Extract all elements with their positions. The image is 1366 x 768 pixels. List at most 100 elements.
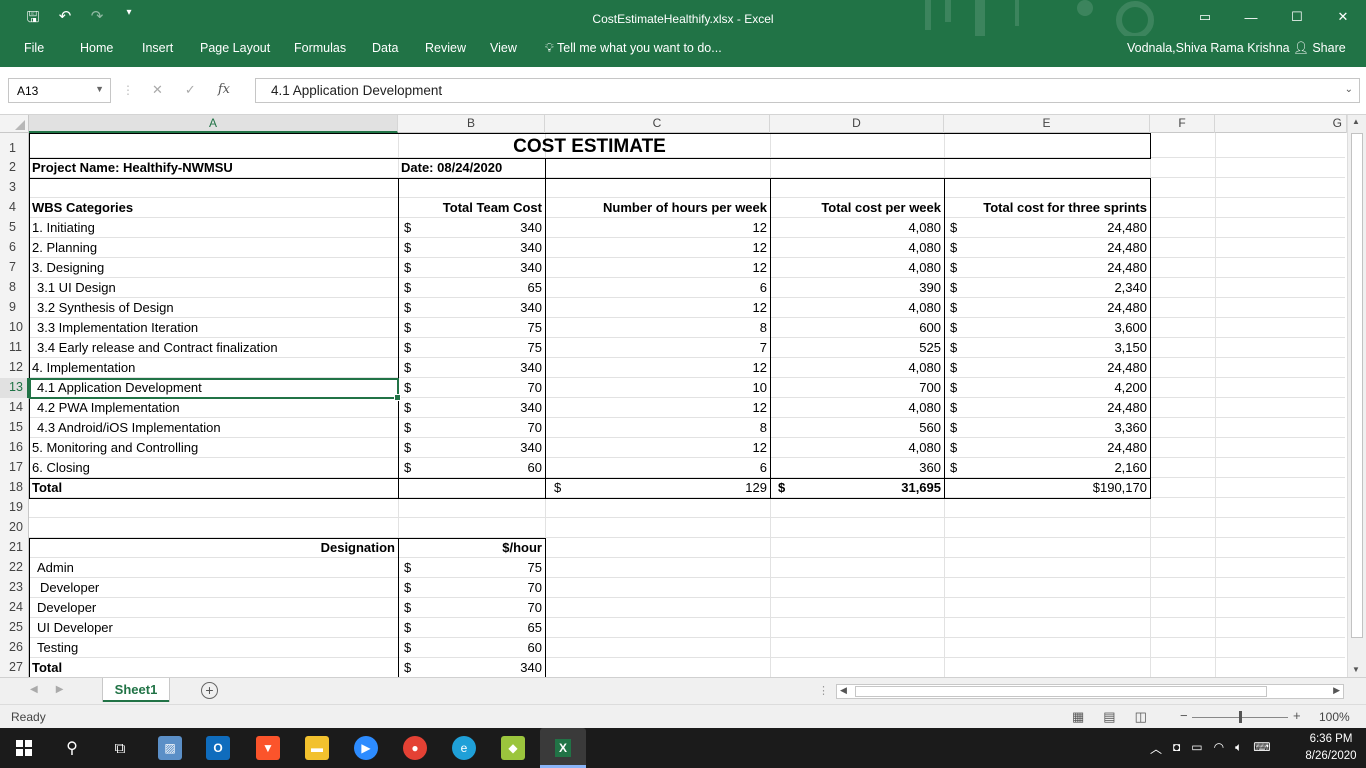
share-button[interactable]: 👤︎ Share [1293, 41, 1346, 56]
excel-taskbar-icon[interactable]: X [540, 728, 586, 768]
task-view-icon[interactable]: ⧉ [108, 736, 132, 760]
row-header[interactable]: 10 [0, 318, 29, 338]
zoom-level[interactable]: 100% [1319, 710, 1350, 724]
designation-cell[interactable]: Total [29, 658, 398, 677]
scroll-left-icon[interactable]: ◀ [840, 685, 847, 696]
row-header[interactable]: 15 [0, 418, 29, 438]
rate-header[interactable]: $/hour [398, 538, 545, 558]
photos-app-icon[interactable]: ▨ [158, 736, 182, 760]
brave-browser-icon[interactable]: ▼ [256, 736, 280, 760]
hours-per-week[interactable]: 10 [545, 378, 770, 398]
windows-start-icon[interactable] [12, 736, 36, 760]
hours-per-week[interactable]: 6 [545, 278, 770, 298]
user-name[interactable]: Vodnala,Shiva Rama Krishna [1127, 41, 1290, 55]
hours-per-week[interactable]: 12 [545, 398, 770, 418]
wbs-label[interactable]: 1. Initiating [29, 218, 398, 238]
wbs-label[interactable]: 3. Designing [29, 258, 398, 278]
taskbar-clock[interactable]: 6:36 PM 8/26/2020 [1300, 731, 1362, 765]
total-cost-week[interactable]: 31,695 [770, 478, 944, 498]
cost-per-week[interactable]: 4,080 [770, 218, 944, 238]
cost-three-sprints[interactable]: 4,200 [944, 378, 1150, 398]
wbs-label[interactable]: 3.2 Synthesis of Design [29, 298, 398, 318]
column-header-c[interactable]: C [545, 115, 770, 133]
total-cost-sprints[interactable]: $190,170 [944, 478, 1150, 498]
team-cost[interactable]: 70 [398, 378, 545, 398]
vertical-scrollbar[interactable]: ▲ ▼ [1347, 115, 1366, 677]
hourly-rate[interactable]: 70 [398, 598, 545, 618]
team-cost[interactable]: 340 [398, 298, 545, 318]
column-header-g[interactable]: G [1215, 115, 1347, 133]
cost-three-sprints[interactable]: 24,480 [944, 218, 1150, 238]
edge-icon[interactable]: e [452, 736, 476, 760]
row-header[interactable]: 6 [0, 238, 29, 258]
row-header[interactable]: 13 [0, 378, 29, 398]
expand-formula-bar-icon[interactable]: ⌄ [1345, 84, 1353, 95]
horizontal-scrollbar[interactable]: ◀ ▶ [836, 684, 1344, 699]
column-header-f[interactable]: F [1150, 115, 1215, 133]
hours-per-week[interactable]: 8 [545, 418, 770, 438]
designation-cell[interactable]: Testing [29, 638, 398, 658]
sheet-title[interactable]: COST ESTIMATE [29, 133, 1150, 158]
hourly-rate[interactable]: 340 [398, 658, 545, 677]
total-label[interactable]: Total [29, 478, 398, 498]
row-header[interactable]: 11 [0, 338, 29, 358]
row-header[interactable]: 16 [0, 438, 29, 458]
designation-cell[interactable]: UI Developer [29, 618, 398, 638]
wbs-label[interactable]: 4.3 Android/iOS Implementation [29, 418, 398, 438]
virtualbox-icon[interactable]: ◆ [501, 736, 525, 760]
volume-icon[interactable]: 🔈︎ [1235, 740, 1242, 757]
row-header[interactable]: 25 [0, 618, 29, 638]
hours-per-week[interactable]: 6 [545, 458, 770, 478]
tell-me-box[interactable]: 💡︎ Tell me what you want to do... [545, 41, 722, 56]
row-header[interactable]: 14 [0, 398, 29, 418]
wbs-label[interactable]: 3.4 Early release and Contract finalizat… [29, 338, 398, 358]
hours-per-week[interactable]: 8 [545, 318, 770, 338]
hourly-rate[interactable]: 65 [398, 618, 545, 638]
team-cost[interactable]: 340 [398, 218, 545, 238]
hours-per-week[interactable]: 12 [545, 358, 770, 378]
hours-per-week[interactable]: 12 [545, 298, 770, 318]
show-hidden-icons-icon[interactable]: ︿ [1150, 740, 1162, 757]
scroll-up-icon[interactable]: ▲ [1352, 117, 1360, 126]
zoom-in-icon[interactable]: + [1293, 708, 1301, 723]
cost-per-week[interactable]: 525 [770, 338, 944, 358]
cost-per-week[interactable]: 560 [770, 418, 944, 438]
normal-view-icon[interactable]: ▦ [1072, 709, 1084, 725]
header-cost-sprints[interactable]: Total cost for three sprints [944, 198, 1150, 218]
tab-home[interactable]: Home [80, 41, 113, 55]
battery-icon[interactable]: ▭ [1191, 740, 1202, 757]
cost-three-sprints[interactable]: 24,480 [944, 298, 1150, 318]
team-cost[interactable]: 340 [398, 238, 545, 258]
cost-per-week[interactable]: 600 [770, 318, 944, 338]
row-header[interactable]: 7 [0, 258, 29, 278]
next-sheet-icon[interactable]: ▶ [56, 684, 64, 695]
scroll-right-icon[interactable]: ▶ [1333, 685, 1340, 696]
page-layout-view-icon[interactable]: ▤ [1103, 709, 1115, 725]
column-header-e[interactable]: E [944, 115, 1150, 133]
column-header-d[interactable]: D [770, 115, 944, 133]
hourly-rate[interactable]: 75 [398, 558, 545, 578]
row-header[interactable]: 26 [0, 638, 29, 658]
hourly-rate[interactable]: 70 [398, 578, 545, 598]
cost-per-week[interactable]: 390 [770, 278, 944, 298]
team-cost[interactable]: 340 [398, 438, 545, 458]
search-icon[interactable]: ⚲ [60, 736, 84, 760]
tab-insert[interactable]: Insert [142, 41, 173, 55]
worksheet-grid[interactable]: A B C D E F G 1 COST ESTIMATE 2 Project … [0, 115, 1366, 677]
cost-per-week[interactable]: 4,080 [770, 398, 944, 418]
cost-three-sprints[interactable]: 3,360 [944, 418, 1150, 438]
row-header[interactable]: 27 [0, 658, 29, 677]
column-header-b[interactable]: B [398, 115, 545, 133]
wbs-label[interactable]: 5. Monitoring and Controlling [29, 438, 398, 458]
header-cost-week[interactable]: Total cost per week [770, 198, 944, 218]
scroll-down-icon[interactable]: ▼ [1352, 665, 1360, 674]
hours-per-week[interactable]: 7 [545, 338, 770, 358]
cost-three-sprints[interactable]: 3,600 [944, 318, 1150, 338]
wifi-icon[interactable]: ◠ [1214, 740, 1224, 757]
header-hours[interactable]: Number of hours per week [545, 198, 770, 218]
ribbon-display-options-icon[interactable]: ▭ [1182, 0, 1228, 34]
tab-review[interactable]: Review [425, 41, 466, 55]
insert-function-icon[interactable]: fx [218, 82, 230, 98]
hours-per-week[interactable]: 12 [545, 438, 770, 458]
add-sheet-icon[interactable]: + [201, 682, 218, 699]
